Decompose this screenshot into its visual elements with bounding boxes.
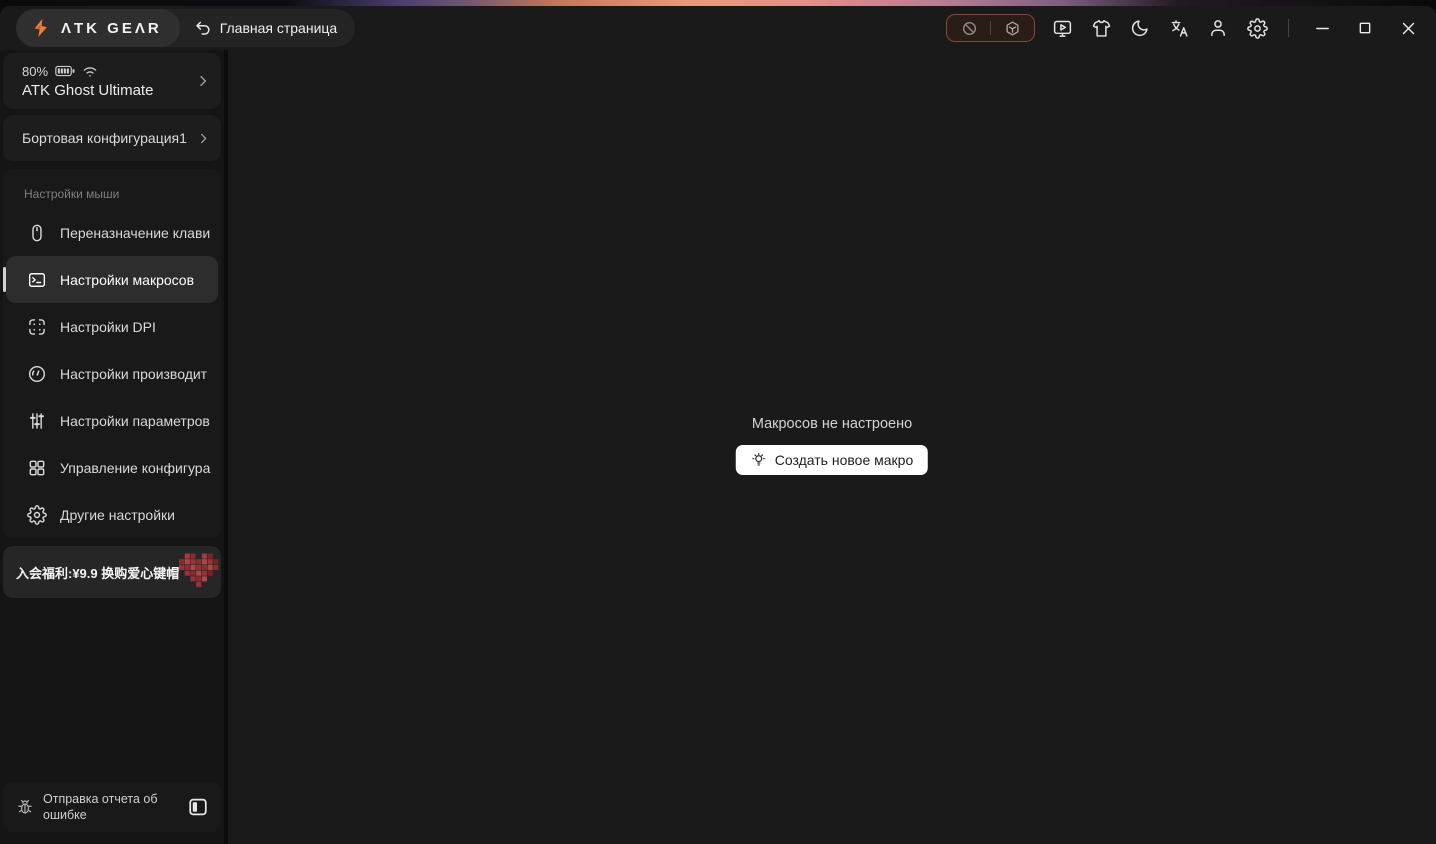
wifi-icon — [82, 65, 98, 78]
heart-keycap-image — [179, 553, 219, 591]
chevron-right-icon — [196, 131, 211, 146]
titlebar-right-group — [946, 14, 1422, 42]
sliders-icon — [27, 411, 47, 431]
error-report-label: Отправка отчета об ошибке — [43, 791, 158, 822]
promo-text: 入会福利:¥9.9 换购爱心键帽 — [16, 565, 180, 581]
bug-icon — [16, 798, 34, 816]
gear-icon — [27, 504, 47, 525]
nav-item-label: Переназначение клави — [60, 224, 211, 241]
nav-item-label: Другие настройки — [60, 506, 175, 523]
mouse-settings-nav: Настройки мыши Переназначение клави Наст… — [3, 169, 221, 538]
nav-section-label: Настройки мыши — [24, 187, 120, 201]
moon-icon[interactable] — [1128, 16, 1152, 40]
translate-icon[interactable] — [1167, 16, 1191, 40]
box-3d-icon[interactable] — [1000, 16, 1024, 40]
nav-item-label: Настройки параметров — [60, 412, 210, 429]
nav-item-label: Управление конфигура — [60, 459, 211, 476]
mouse-icon — [27, 223, 47, 243]
lightning-logo-icon — [30, 17, 52, 39]
macro-empty-state: Макросов не настроено Создать новое макр… — [735, 416, 929, 475]
minimize-icon[interactable] — [1308, 14, 1336, 42]
close-icon[interactable] — [1394, 14, 1422, 42]
page-title: Главная страница — [219, 20, 338, 36]
nav-item-label: Настройки макросов — [60, 271, 195, 288]
create-macro-button[interactable]: Создать новое макро — [735, 445, 929, 475]
terminal-icon — [27, 270, 47, 290]
titlebar-left-group: ΛTK GEΛR Главная страница — [16, 9, 356, 47]
empty-state-title: Макросов не настроено — [751, 416, 913, 432]
active-indicator — [3, 267, 6, 292]
nav-item-label: Настройки DPI — [60, 318, 156, 335]
nav-item-dpi-settings[interactable]: Настройки DPI — [6, 303, 218, 350]
nav-item-macro-settings[interactable]: Настройки макросов — [3, 256, 218, 303]
nav-item-parameter-settings[interactable]: Настройки параметров — [6, 397, 218, 444]
dpi-target-icon — [27, 317, 47, 337]
blocked-icon[interactable] — [957, 16, 981, 40]
device-card[interactable]: 80% ATK Ghost Ultimate — [3, 53, 221, 109]
titlebar-divider — [1288, 19, 1289, 37]
onboard-config-label: Бортовая конфигурация1 — [22, 130, 187, 146]
battery-percentage: 80% — [22, 63, 49, 79]
onboard-config-selector[interactable]: Бортовая конфигурация1 — [3, 115, 221, 161]
screen-play-icon[interactable] — [1050, 16, 1074, 40]
tshirt-icon[interactable] — [1089, 16, 1113, 40]
pill-divider — [990, 21, 991, 35]
collapse-sidebar-icon[interactable] — [187, 796, 209, 818]
nav-item-label: Настройки производит — [60, 365, 208, 382]
nav-item-other-settings[interactable]: Другие настройки — [6, 491, 218, 538]
chevron-right-icon — [195, 73, 211, 89]
brand-home-button[interactable]: ΛTK GEΛR — [16, 9, 180, 47]
nav-item-performance-settings[interactable]: Настройки производит — [6, 350, 218, 397]
app-window: ΛTK GEΛR Главная страница 80% ATK Ghost … — [0, 6, 1436, 844]
sidebar: 80% ATK Ghost Ultimate Бортовая конфигур… — [0, 50, 228, 844]
device-name: ATK Ghost Ultimate — [22, 81, 154, 99]
battery-icon — [55, 65, 75, 77]
gauge-icon — [27, 364, 47, 384]
error-report-row: Отправка отчета об ошибке — [3, 781, 221, 832]
nav-item-config-management[interactable]: Управление конфигура — [6, 444, 218, 491]
maximize-icon[interactable] — [1351, 14, 1379, 42]
bulb-icon — [751, 452, 767, 468]
nav-item-key-remap[interactable]: Переназначение клави — [6, 209, 218, 256]
titlebar: ΛTK GEΛR Главная страница — [0, 6, 1436, 50]
brand-name: ΛTK GEΛR — [61, 19, 162, 37]
back-undo-icon[interactable] — [194, 19, 212, 37]
device-info: 80% ATK Ghost Ultimate — [22, 64, 195, 99]
grid-icon — [27, 458, 47, 478]
promo-banner[interactable]: 入会福利:¥9.9 换购爱心键帽 — [3, 546, 221, 598]
create-macro-label: Создать новое макро — [774, 452, 914, 468]
user-icon[interactable] — [1206, 16, 1230, 40]
main-content: Макросов не настроено Создать новое макр… — [228, 50, 1436, 844]
device-mode-pill — [946, 14, 1035, 42]
settings-gear-icon[interactable] — [1245, 16, 1269, 40]
